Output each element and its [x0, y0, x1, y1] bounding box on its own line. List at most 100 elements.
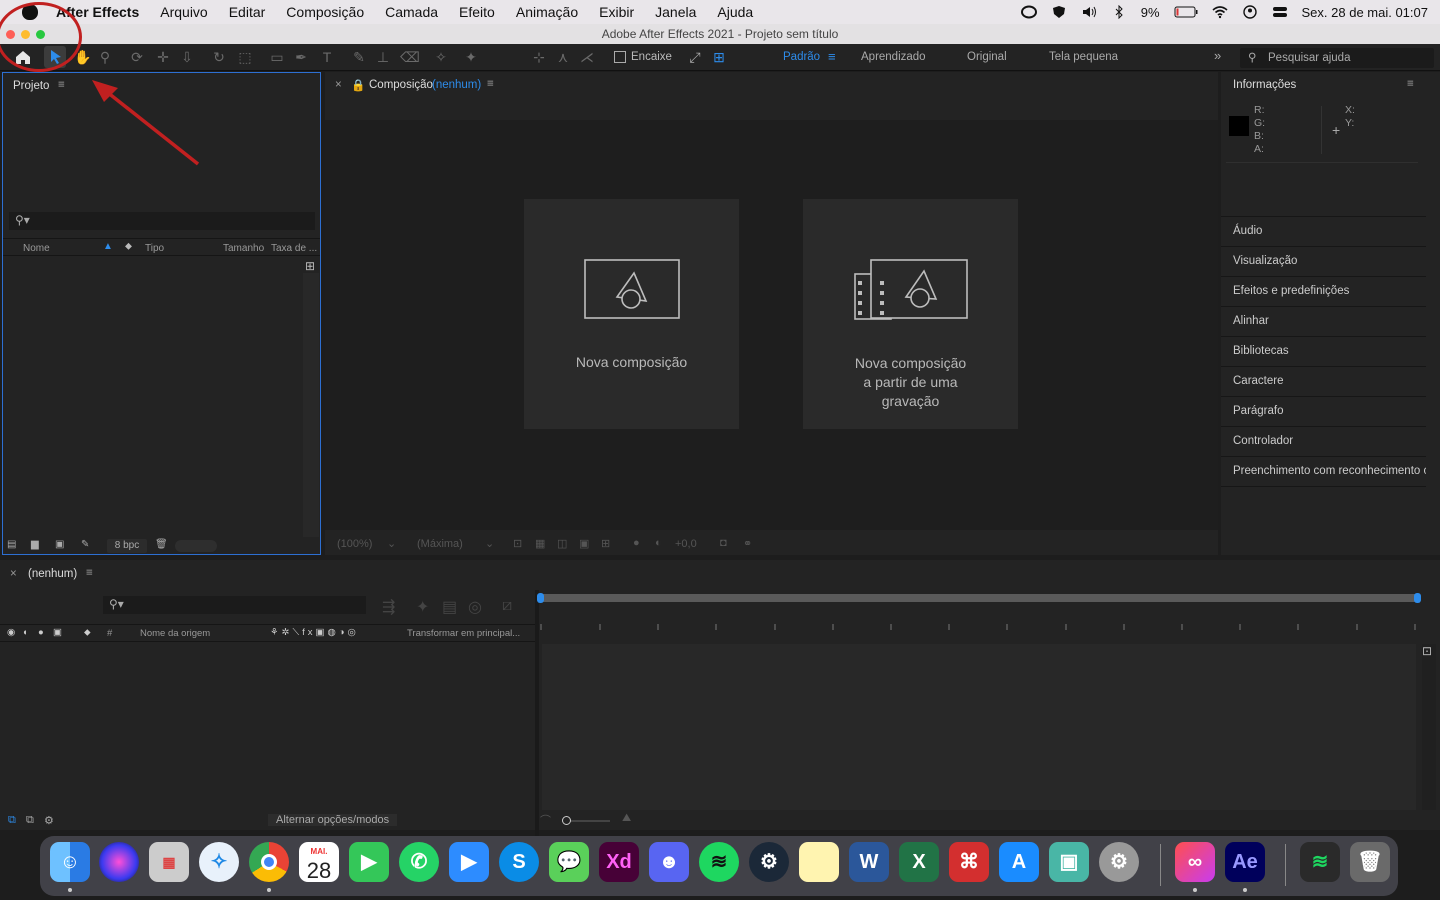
composition-name[interactable]: (nenhum) — [432, 79, 481, 91]
project-panel-title[interactable]: Projeto — [13, 80, 49, 92]
timeline-track-area[interactable] — [542, 644, 1416, 810]
panel-controlador[interactable]: Controlador — [1221, 426, 1426, 455]
flowchart-icon[interactable]: ⊞ — [305, 259, 315, 273]
new-folder-icon[interactable]: ▆ — [31, 539, 39, 550]
zoom-dropdown[interactable]: (100%) — [337, 538, 372, 550]
discord-icon[interactable]: ☻ — [649, 842, 689, 882]
roto-brush-icon[interactable]: ✧ — [432, 48, 450, 66]
notes-icon[interactable] — [799, 842, 839, 882]
clone-stamp-icon[interactable]: ⊥ — [374, 48, 392, 66]
eye-icon[interactable]: ◉ — [7, 627, 15, 638]
zoom-chevron-icon[interactable]: ⌄ — [387, 537, 396, 550]
grid-icon[interactable]: ⊞ — [601, 537, 610, 550]
parent-header[interactable]: Transformar em principal... — [407, 628, 520, 639]
menu-item-efeito[interactable]: Efeito — [459, 4, 495, 20]
panel-menu-icon[interactable]: ≡ — [86, 567, 93, 579]
panel-paragrafo[interactable]: Parágrafo — [1221, 396, 1426, 425]
menu-item-arquivo[interactable]: Arquivo — [160, 4, 207, 20]
new-composition-icon[interactable]: ▣ — [55, 539, 64, 550]
trash-icon[interactable]: 🗑 — [155, 539, 168, 550]
adjust-settings-icon[interactable]: ✎ — [81, 539, 89, 550]
pan-camera-icon[interactable]: ✛ — [154, 48, 172, 66]
workspace-aprendizado[interactable]: Aprendizado — [861, 51, 926, 63]
creative-cloud-icon[interactable]: ∞ — [1175, 842, 1215, 882]
siri-icon[interactable] — [99, 842, 139, 882]
preview-icon[interactable]: ▣ — [1049, 842, 1089, 882]
finder-icon[interactable]: ☺ — [50, 842, 90, 882]
timeline-vscroll[interactable] — [1422, 644, 1436, 810]
work-area-start-handle[interactable] — [537, 593, 544, 603]
volume-icon[interactable] — [1081, 5, 1097, 19]
more-workspaces-icon[interactable]: » — [1214, 48, 1221, 63]
zoom-slider-thumb[interactable] — [562, 816, 571, 825]
rectangle-tool-icon[interactable]: ▭ — [268, 48, 286, 66]
thumbnail-slider[interactable] — [175, 540, 217, 552]
pan-behind-icon[interactable]: ⬚ — [236, 48, 254, 66]
project-scrollbar[interactable] — [303, 273, 319, 537]
in-out-icon[interactable]: ⚙ — [44, 814, 54, 827]
trash-icon[interactable]: 🗑 — [1350, 842, 1390, 882]
source-name-header[interactable]: Nome da origem — [140, 628, 210, 639]
solo-icon[interactable]: ● — [38, 627, 44, 638]
excel-icon[interactable]: X — [899, 842, 939, 882]
column-taxa[interactable]: Taxa de ... — [271, 243, 317, 254]
guides-icon[interactable]: ▣ — [579, 537, 589, 550]
text-tool-icon[interactable]: T — [318, 48, 336, 66]
menu-item-editar[interactable]: Editar — [229, 4, 266, 20]
panel-content-aware-fill[interactable]: Preenchimento com reconhecimento c — [1221, 456, 1426, 485]
close-tab-icon[interactable]: × — [10, 568, 17, 580]
puppet-pin-icon[interactable]: ✦ — [462, 48, 480, 66]
region-icon[interactable]: ⊡ — [513, 537, 522, 550]
zoom-out-icon[interactable]: ⌒ — [540, 812, 551, 828]
column-tamanho[interactable]: Tamanho — [223, 243, 264, 254]
orbit-camera-icon[interactable]: ⟳ — [128, 48, 146, 66]
workspace-tela-pequena[interactable]: Tela pequena — [1049, 51, 1118, 63]
switches-icons[interactable]: ⚘✲⟍fx▣◍◑◎ — [270, 627, 359, 638]
facetime-icon[interactable]: ▶ — [349, 842, 389, 882]
show-snapshot-icon[interactable]: ⚭ — [743, 537, 752, 550]
work-area-bar[interactable] — [537, 593, 1421, 603]
xd-icon[interactable]: Xd — [599, 842, 639, 882]
lock-icon[interactable]: 🔒 — [351, 78, 365, 92]
spotify-mini-icon[interactable]: ≋ — [1300, 842, 1340, 882]
mask-icon[interactable]: ◫ — [557, 537, 567, 550]
exposure-reset-icon[interactable]: ◐ — [655, 537, 662, 549]
wifi-icon[interactable] — [1211, 5, 1228, 19]
timeline-zoom-slider[interactable] — [562, 816, 610, 825]
column-nome[interactable]: Nome — [23, 243, 50, 254]
channel-icon[interactable]: ● — [633, 537, 640, 549]
panel-menu-icon[interactable]: ≡ — [58, 79, 65, 91]
shield-icon[interactable] — [1051, 5, 1067, 19]
eraser-tool-icon[interactable]: ⌫ — [400, 48, 420, 66]
new-composition-from-footage-card[interactable]: Nova composição a partir de uma gravação — [803, 199, 1018, 429]
axis-view-icon[interactable]: ⋌ — [578, 48, 596, 66]
info-panel-title[interactable]: Informações — [1233, 79, 1296, 91]
messages-icon[interactable]: 💬 — [549, 842, 589, 882]
panel-caractere[interactable]: Caractere — [1221, 366, 1426, 395]
audio-icon[interactable]: ◖ — [22, 627, 28, 638]
label-tag-icon[interactable]: ⬥ — [84, 627, 91, 638]
panel-efeitos[interactable]: Efeitos e predefinições — [1221, 276, 1426, 305]
after-effects-icon[interactable]: Ae — [1225, 842, 1265, 882]
draft-3d-icon[interactable]: ✦ — [416, 597, 429, 617]
label-tag-icon[interactable]: ⬥ — [125, 241, 132, 252]
column-tipo[interactable]: Tipo — [145, 243, 164, 254]
menu-item-camada[interactable]: Camada — [385, 4, 438, 20]
axis-world-icon[interactable]: ⋏ — [554, 48, 572, 66]
interpret-footage-icon[interactable]: ▤ — [7, 539, 16, 550]
lock-icon[interactable]: ▣ — [53, 627, 62, 638]
user-icon[interactable] — [1242, 5, 1258, 19]
whatsapp-icon[interactable]: ✆ — [399, 842, 439, 882]
word-icon[interactable]: W — [849, 842, 889, 882]
menu-item-ajuda[interactable]: Ajuda — [717, 4, 753, 20]
dolly-camera-icon[interactable]: ⇩ — [178, 48, 196, 66]
composition-panel-title[interactable]: Composição — [369, 79, 433, 91]
work-area-end-handle[interactable] — [1414, 593, 1421, 603]
launchpad-icon[interactable]: ▦ — [149, 842, 189, 882]
bluetooth-icon[interactable] — [1111, 5, 1127, 19]
workspace-original[interactable]: Original — [967, 51, 1007, 63]
comp-button-icon[interactable]: ⊡ — [1422, 644, 1432, 658]
skype-icon[interactable]: S — [499, 842, 539, 882]
panel-audio[interactable]: Áudio — [1221, 216, 1426, 245]
menu-item-animacao[interactable]: Animação — [516, 4, 578, 20]
